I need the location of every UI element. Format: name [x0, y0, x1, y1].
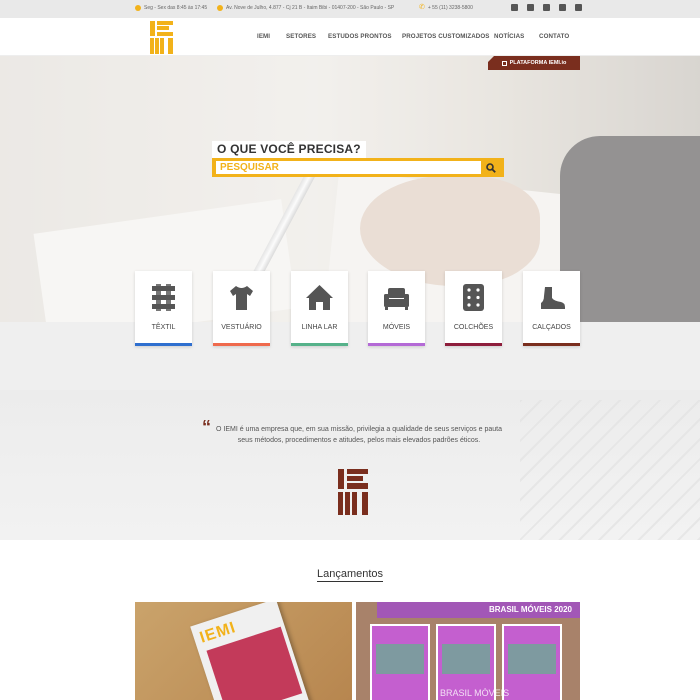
hours-text: Seg - Sex das 8:45 às 17:45	[144, 5, 208, 11]
quote-icon: “	[202, 417, 211, 437]
sofa-icon	[384, 288, 409, 310]
magazine-cover-image	[502, 624, 562, 700]
category-label: LINHA LAR	[301, 324, 338, 331]
nav-item-contato[interactable]: CONTATO	[539, 33, 569, 40]
card-header: BRASIL MÓVEIS 2020	[377, 602, 580, 618]
category-band	[0, 322, 700, 390]
location-pin-icon	[217, 5, 223, 11]
category-card-linha-lar[interactable]: LINHA LAR	[291, 271, 348, 346]
category-card-colchoes[interactable]: COLCHÕES	[445, 271, 502, 346]
category-label: VESTUÁRIO	[221, 324, 262, 331]
category-card-moveis[interactable]: MÓVEIS	[368, 271, 425, 346]
magazine-cover-image	[370, 624, 430, 700]
phone-icon: ✆	[419, 4, 425, 11]
clock-icon	[135, 5, 141, 11]
category-color-bar	[445, 343, 502, 346]
category-label: COLCHÕES	[453, 324, 494, 331]
phone-info[interactable]: ✆ + 55 (11) 3238-5800	[419, 4, 473, 11]
address-text: Av. Nove de Julho, 4.877 - Cj 21 B - Ita…	[226, 5, 395, 11]
nav-item-estudos-prontos[interactable]: ESTUDOS PRONTOS	[328, 33, 392, 40]
nav-item-projetos-customizados[interactable]: PROJETOS CUSTOMIZADOS	[402, 33, 489, 40]
category-card-textil[interactable]: TÊXTIL	[135, 271, 192, 346]
iemi-logo[interactable]	[150, 21, 173, 54]
launch-card-2[interactable]: BRASIL MÓVEIS 2020 BRASIL MÓVEIS	[356, 602, 580, 700]
report-book-image: IEMI	[190, 602, 310, 700]
search-icon	[486, 162, 496, 173]
facebook-icon[interactable]	[511, 4, 518, 11]
category-label: TÊXTIL	[151, 324, 176, 331]
about-section	[0, 390, 700, 540]
category-color-bar	[368, 343, 425, 346]
category-color-bar	[135, 343, 192, 346]
nav-item-setores[interactable]: SETORES	[286, 33, 316, 40]
shirt-icon	[230, 286, 253, 310]
magazine-caption: BRASIL MÓVEIS	[440, 688, 510, 698]
platform-button[interactable]: PLATAFORMA IEMI.io	[488, 56, 580, 70]
category-label: MÓVEIS	[382, 324, 411, 331]
mattress-icon	[463, 284, 484, 311]
top-info-bar: Seg - Sex das 8:45 às 17:45 Av. Nove de …	[0, 0, 700, 18]
category-color-bar	[213, 343, 270, 346]
address-info: Av. Nove de Julho, 4.877 - Cj 21 B - Ita…	[217, 5, 394, 11]
instagram-icon[interactable]	[543, 4, 550, 11]
search-button[interactable]	[482, 161, 500, 174]
search-title: O QUE VOCÊ PRECISA?	[212, 141, 366, 158]
nav-item-iemi[interactable]: IEMI	[257, 33, 270, 40]
launch-card-1[interactable]: IEMI	[135, 602, 352, 700]
category-color-bar	[523, 343, 580, 346]
platform-label: PLATAFORMA IEMI.io	[509, 60, 567, 66]
boot-icon	[541, 287, 565, 309]
background-chart-photo	[520, 400, 700, 540]
category-card-calcados[interactable]: CALÇADOS	[523, 271, 580, 346]
launches-title: Lançamentos	[0, 568, 700, 582]
search-input[interactable]	[216, 161, 481, 174]
category-card-vestuario[interactable]: VESTUÁRIO	[213, 271, 270, 346]
about-quote: O IEMI é uma empresa que, em sua missão,…	[216, 426, 502, 444]
search-form	[212, 158, 504, 177]
platform-icon	[501, 60, 507, 66]
textile-icon	[152, 284, 175, 311]
nav-item-noticias[interactable]: NOTÍCIAS	[494, 33, 524, 40]
hours-info: Seg - Sex das 8:45 às 17:45	[135, 5, 207, 11]
linkedin-icon[interactable]	[527, 4, 534, 11]
iemi-logo-dark	[338, 469, 368, 515]
house-icon	[306, 285, 333, 310]
category-label: CALÇADOS	[532, 324, 571, 331]
launches-title-text: Lançamentos	[316, 568, 384, 582]
phone-text[interactable]: + 55 (11) 3238-5800	[428, 5, 473, 11]
card-header-title: BRASIL MÓVEIS 2020	[489, 605, 572, 614]
social-links	[511, 4, 582, 11]
hero-banner	[0, 56, 700, 322]
twitter-icon[interactable]	[559, 4, 566, 11]
category-color-bar	[291, 343, 348, 346]
youtube-icon[interactable]	[575, 4, 582, 11]
